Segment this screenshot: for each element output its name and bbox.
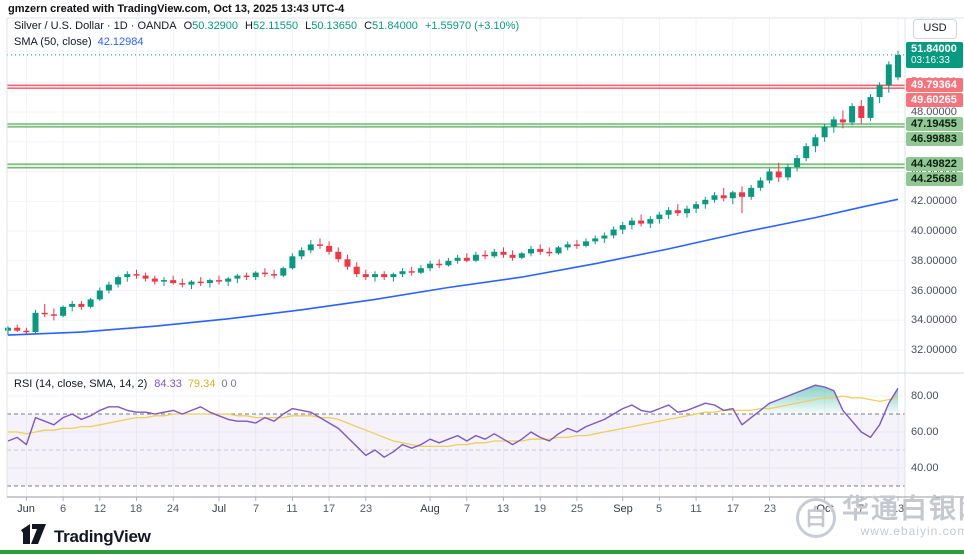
sma-label: SMA (50, close): [14, 36, 92, 48]
bottom-green-bar: [0, 550, 964, 554]
time-tick-label: Jun: [17, 503, 35, 515]
ohlc-item: O50.32900: [184, 20, 238, 32]
current-price-badge: 51.8400003:16:33: [906, 42, 963, 68]
change-value: +1.55970 (+3.10%): [425, 20, 519, 32]
ohlc-item: L50.13650: [305, 20, 357, 32]
time-tick-label: Sep: [613, 503, 633, 515]
rsi-ma-value: 79.34: [188, 378, 216, 390]
price-level-badge: 46.99883: [906, 132, 963, 146]
price-tick-label: 38.00000: [911, 255, 957, 267]
watermark-site-url: www.ebaiyin.com: [842, 524, 964, 538]
price-tick-label: 36.00000: [911, 285, 957, 297]
ohlc-item: C51.84000: [364, 20, 418, 32]
time-tick-label: 7: [464, 503, 470, 515]
tradingview-chart-page: { "attribution": "gmzern created with Tr…: [0, 0, 964, 556]
time-tick-label: Jul: [212, 503, 226, 515]
price-level-badge: 49.60265: [906, 93, 963, 107]
time-tick-label: 18: [130, 503, 142, 515]
rsi-tick-label: 80.00: [911, 390, 939, 402]
time-tick-label: 24: [167, 503, 179, 515]
time-tick-label: 7: [253, 503, 259, 515]
rsi-label: RSI (14, close, SMA, 14, 2): [14, 378, 147, 390]
price-level-badge: 44.25688: [906, 172, 963, 186]
tradingview-logo-icon: [20, 524, 47, 550]
countdown-timer: 03:16:33: [911, 55, 963, 67]
time-tick-label: 17: [323, 503, 335, 515]
chart-canvas[interactable]: [0, 0, 964, 556]
rsi-extra-values: 0 0: [221, 378, 236, 390]
sma-legend[interactable]: SMA (50, close) 42.12984: [14, 36, 144, 48]
watermark-site-name: 华通白银网: [842, 494, 964, 524]
price-tick-label: 32.00000: [911, 344, 957, 356]
time-tick-label: Aug: [420, 503, 440, 515]
ohlc-values: O50.32900 H52.11550 L50.13650 C51.84000: [177, 20, 418, 32]
ohlc-item: H52.11550: [245, 20, 298, 32]
rsi-tick-label: 40.00: [911, 462, 939, 474]
site-watermark: 白 华通白银网 www.ebaiyin.com: [796, 494, 964, 538]
price-level-badge: 44.49822: [906, 157, 963, 171]
price-tick-label: 34.00000: [911, 314, 957, 326]
currency-button[interactable]: USD: [913, 19, 957, 39]
price-level-badge: 47.19455: [906, 117, 963, 131]
time-tick-label: 12: [94, 503, 106, 515]
watermark-logo-icon: 白: [796, 498, 836, 538]
time-tick-label: 11: [690, 503, 701, 515]
sma-value: 42.12984: [98, 36, 144, 48]
time-tick-label: 11: [286, 503, 297, 515]
time-tick-label: 23: [764, 503, 776, 515]
price-tick-label: 40.00000: [911, 225, 957, 237]
price-tick-label: 42.00000: [911, 195, 957, 207]
time-tick-label: 23: [360, 503, 372, 515]
symbol-title: Silver / U.S. Dollar · 1D · OANDA: [14, 20, 177, 32]
symbol-legend[interactable]: Silver / U.S. Dollar · 1D · OANDAO50.329…: [14, 20, 519, 32]
time-tick-label: 6: [60, 503, 66, 515]
tradingview-logo-text: TradingView: [54, 527, 151, 547]
time-tick-label: 19: [534, 503, 546, 515]
price-level-badge: 49.79364: [906, 78, 963, 92]
tradingview-logo[interactable]: TradingView: [20, 524, 151, 550]
time-tick-label: 17: [727, 503, 739, 515]
rsi-tick-label: 60.00: [911, 426, 939, 438]
time-tick-label: 13: [497, 503, 509, 515]
rsi-legend[interactable]: RSI (14, close, SMA, 14, 2) 84.33 79.34 0 0: [14, 378, 237, 390]
time-tick-label: 25: [571, 503, 583, 515]
time-tick-label: 5: [656, 503, 662, 515]
attribution-text: gmzern created with TradingView.com, Oct…: [8, 3, 344, 15]
rsi-value: 84.33: [154, 378, 182, 390]
